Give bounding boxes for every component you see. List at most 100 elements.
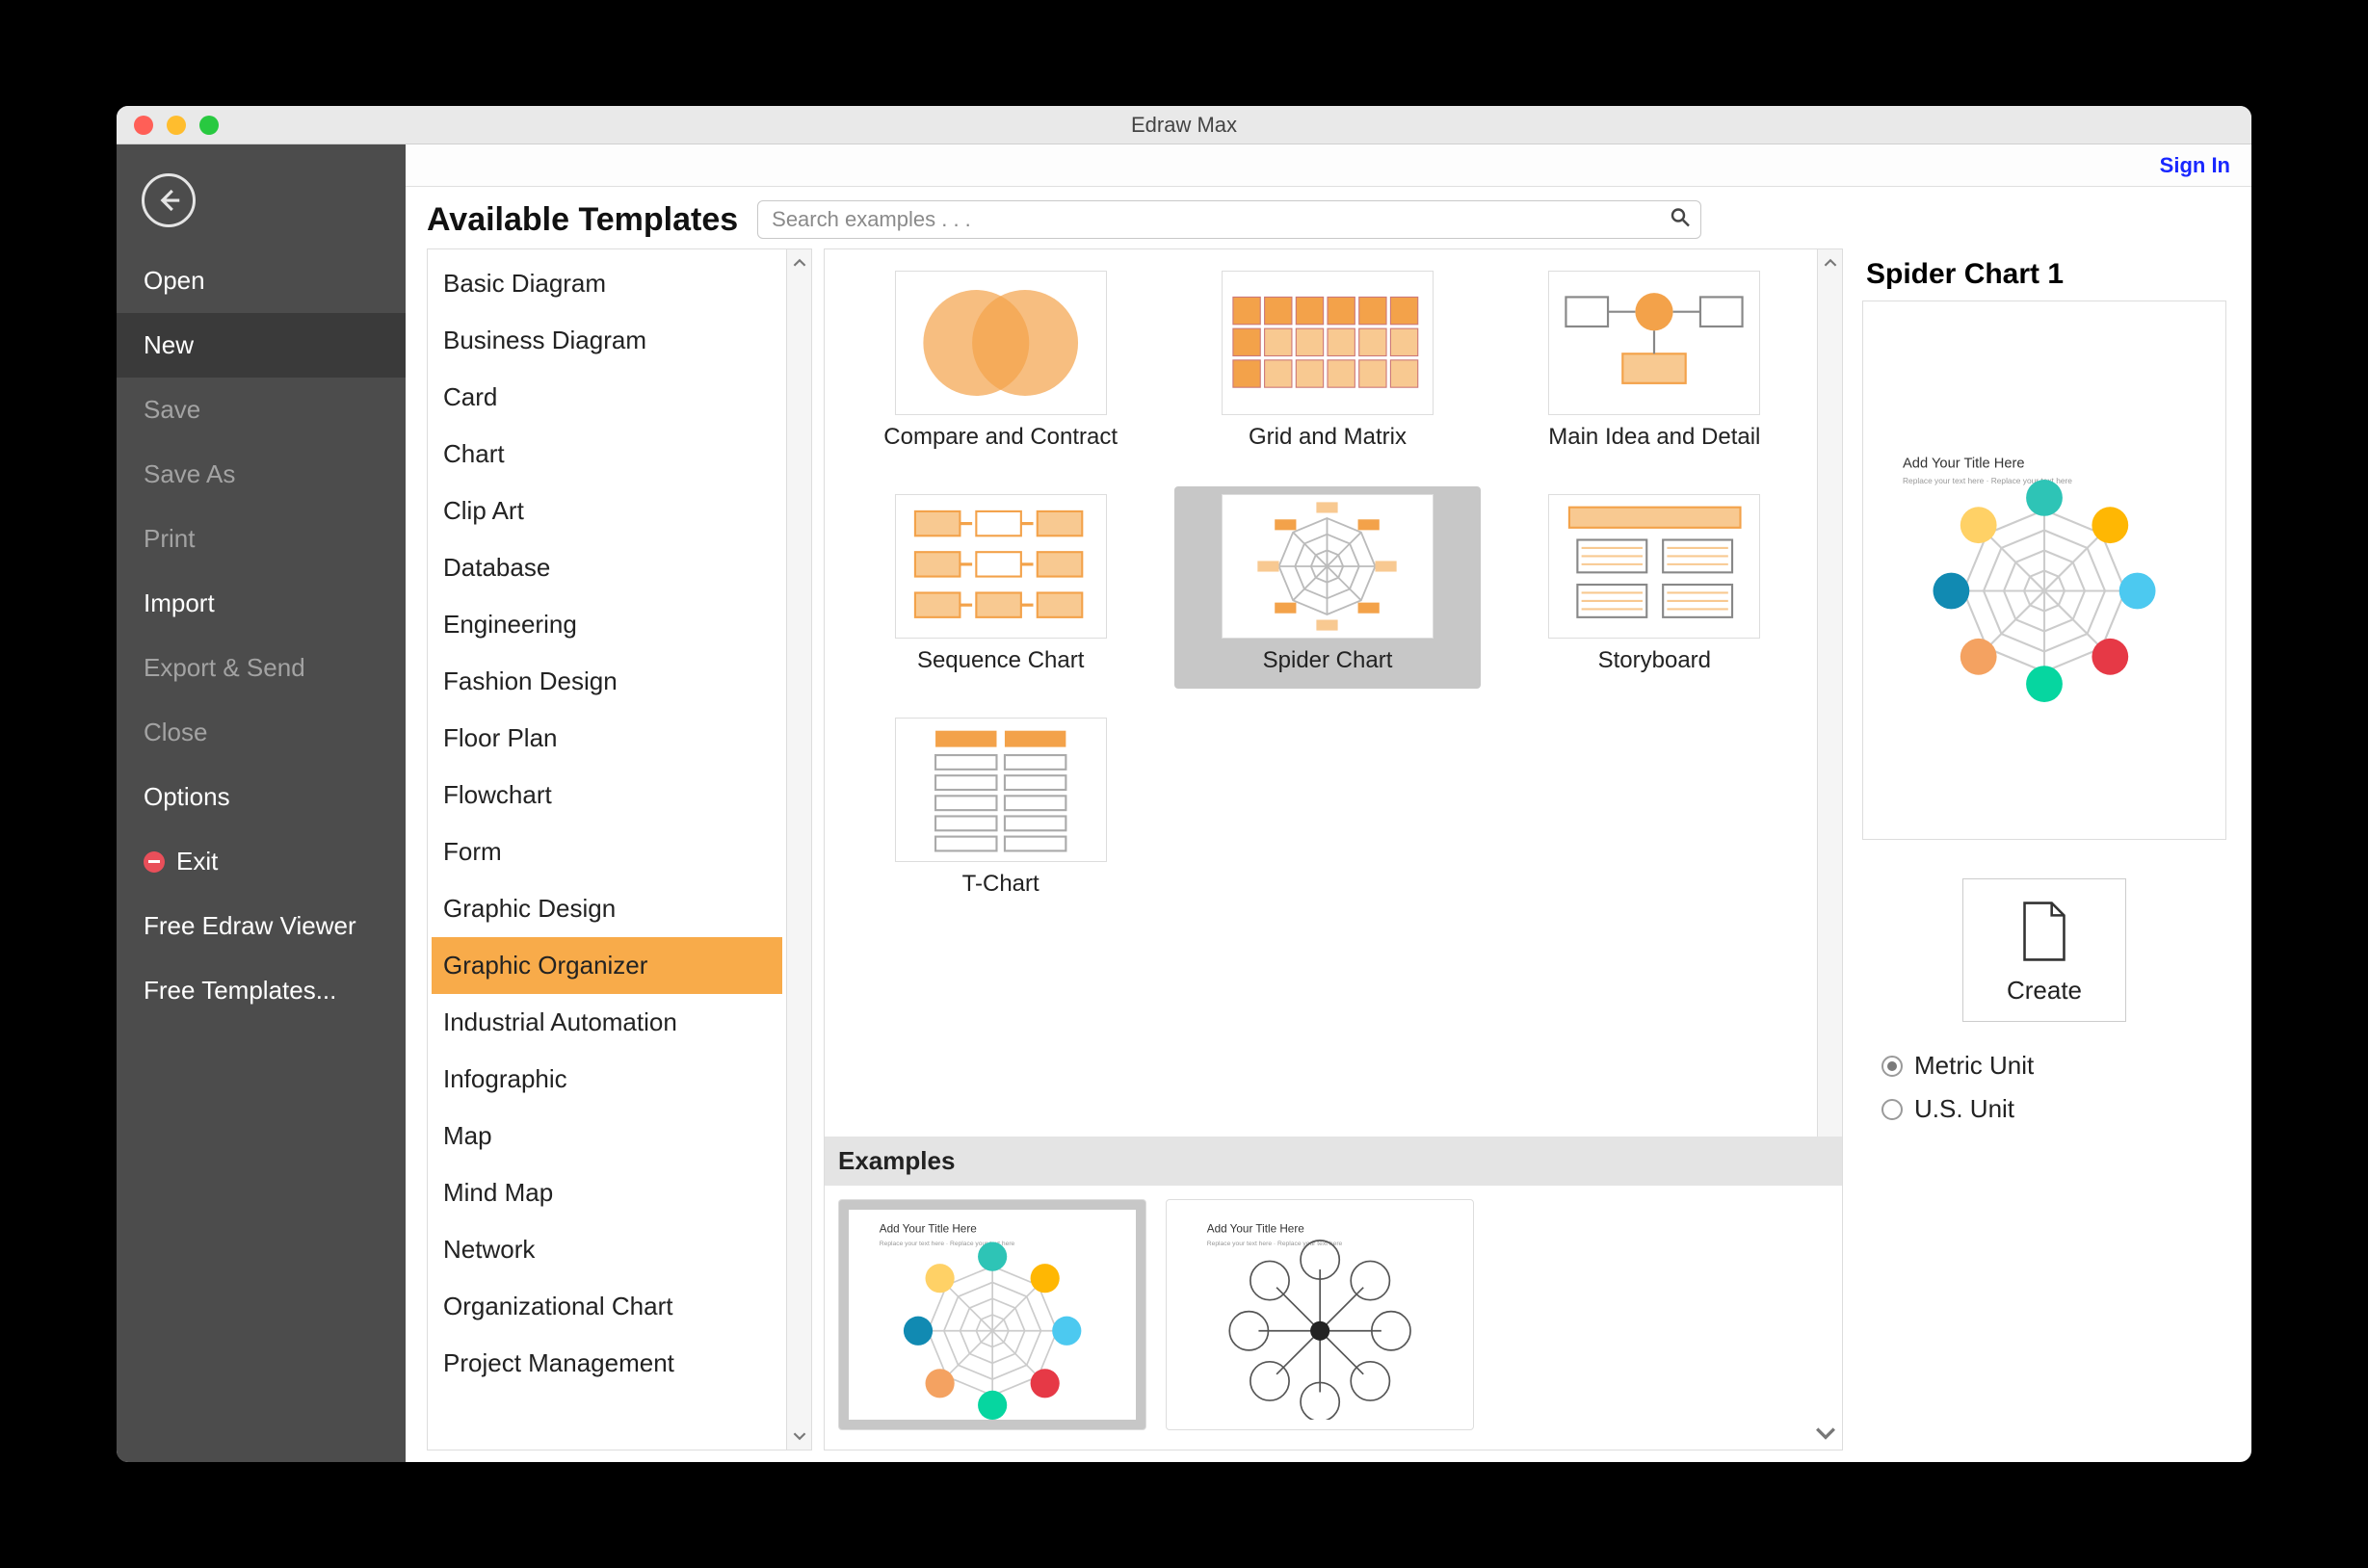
sidebar-item-label: Print bbox=[144, 524, 195, 554]
radio-icon bbox=[1881, 1056, 1903, 1077]
template-label: Grid and Matrix bbox=[1249, 423, 1407, 452]
template-card[interactable]: Compare and Contract bbox=[848, 263, 1153, 465]
templates-panel: Compare and Contract Grid and Matrix Main … bbox=[824, 248, 1843, 1450]
sidebar-item-free-edraw-viewer[interactable]: Free Edraw Viewer bbox=[117, 894, 406, 958]
template-label: T-Chart bbox=[962, 870, 1039, 899]
example-card[interactable]: Add Your Title HereReplace your text her… bbox=[1166, 1199, 1474, 1430]
template-card[interactable]: Storyboard bbox=[1502, 486, 1807, 689]
category-scrollbar[interactable] bbox=[786, 249, 811, 1450]
unit-us-radio[interactable]: U.S. Unit bbox=[1862, 1085, 2226, 1128]
preview-image: Add Your Title HereReplace your text her… bbox=[1862, 301, 2226, 840]
sign-in-link[interactable]: Sign In bbox=[2160, 153, 2230, 178]
sidebar-item-label: Free Templates... bbox=[144, 976, 336, 1006]
svg-text:Add Your Title Here: Add Your Title Here bbox=[880, 1222, 977, 1235]
templates-scrollbar[interactable] bbox=[1817, 249, 1842, 1137]
sidebar-item-label: Free Edraw Viewer bbox=[144, 911, 356, 941]
template-thumbnail bbox=[895, 271, 1107, 415]
search-input[interactable] bbox=[757, 200, 1701, 239]
sidebar-item-label: Import bbox=[144, 588, 215, 618]
category-item[interactable]: Industrial Automation bbox=[432, 994, 782, 1051]
sidebar-item-import[interactable]: Import bbox=[117, 571, 406, 636]
sidebar-item-label: Open bbox=[144, 266, 205, 296]
template-thumbnail bbox=[895, 718, 1107, 862]
category-item[interactable]: Database bbox=[432, 539, 782, 596]
category-item[interactable]: Graphic Design bbox=[432, 880, 782, 937]
exit-icon bbox=[144, 851, 165, 873]
unit-us-label: U.S. Unit bbox=[1914, 1094, 2014, 1124]
window-title: Edraw Max bbox=[117, 113, 2251, 138]
category-item[interactable]: Flowchart bbox=[432, 767, 782, 823]
back-button[interactable] bbox=[142, 173, 196, 227]
category-item[interactable]: Fashion Design bbox=[432, 653, 782, 710]
template-card[interactable]: Sequence Chart bbox=[848, 486, 1153, 689]
svg-text:Add Your Title Here: Add Your Title Here bbox=[1903, 456, 2025, 471]
sidebar-item-label: Save As bbox=[144, 459, 235, 489]
sidebar-item-options[interactable]: Options bbox=[117, 765, 406, 829]
sidebar-item-label: Options bbox=[144, 782, 230, 812]
unit-metric-radio[interactable]: Metric Unit bbox=[1862, 1041, 2226, 1085]
template-thumbnail bbox=[1548, 494, 1760, 639]
sidebar-item-label: New bbox=[144, 330, 194, 360]
category-item[interactable]: Infographic bbox=[432, 1051, 782, 1108]
category-item[interactable]: Basic Diagram bbox=[432, 255, 782, 312]
preview-panel: Spider Chart 1 Add Your Title HereReplac… bbox=[1855, 248, 2240, 1450]
sidebar-item-close[interactable]: Close bbox=[117, 700, 406, 765]
category-item[interactable]: Business Diagram bbox=[432, 312, 782, 369]
template-card[interactable]: Spider Chart bbox=[1174, 486, 1480, 689]
scroll-up-icon[interactable] bbox=[1821, 253, 1840, 273]
category-panel: Basic DiagramBusiness DiagramCardChartCl… bbox=[427, 248, 812, 1450]
template-thumbnail bbox=[1222, 494, 1434, 639]
category-item[interactable]: Floor Plan bbox=[432, 710, 782, 767]
sidebar-item-label: Export & Send bbox=[144, 653, 305, 683]
category-item[interactable]: Map bbox=[432, 1108, 782, 1164]
template-thumbnail bbox=[1222, 271, 1434, 415]
main-area: Sign In Available Templates Basic Diagra… bbox=[406, 144, 2251, 1462]
create-button[interactable]: Create bbox=[1962, 878, 2126, 1022]
arrow-left-icon bbox=[154, 186, 183, 215]
scroll-down-icon[interactable] bbox=[790, 1426, 809, 1446]
category-item[interactable]: Network bbox=[432, 1221, 782, 1278]
category-item[interactable]: Clip Art bbox=[432, 483, 782, 539]
examples-header: Examples bbox=[825, 1137, 1842, 1186]
radio-icon bbox=[1881, 1099, 1903, 1120]
category-list[interactable]: Basic DiagramBusiness DiagramCardChartCl… bbox=[428, 249, 786, 1450]
new-file-icon bbox=[2018, 901, 2070, 962]
category-item[interactable]: Form bbox=[432, 823, 782, 880]
template-thumbnail bbox=[1548, 271, 1760, 415]
category-item[interactable]: Organizational Chart bbox=[432, 1278, 782, 1335]
template-card[interactable]: Grid and Matrix bbox=[1174, 263, 1480, 465]
template-label: Main Idea and Detail bbox=[1548, 423, 1760, 452]
sidebar-item-save-as[interactable]: Save As bbox=[117, 442, 406, 507]
sidebar-item-label: Exit bbox=[176, 847, 218, 876]
sidebar-item-exit[interactable]: Exit bbox=[117, 829, 406, 894]
scroll-up-icon[interactable] bbox=[790, 253, 809, 273]
template-card[interactable]: Main Idea and Detail bbox=[1502, 263, 1807, 465]
category-item[interactable]: Engineering bbox=[432, 596, 782, 653]
sidebar-item-save[interactable]: Save bbox=[117, 378, 406, 442]
unit-metric-label: Metric Unit bbox=[1914, 1051, 2034, 1081]
example-card[interactable]: Add Your Title HereReplace your text her… bbox=[838, 1199, 1146, 1430]
category-item[interactable]: Mind Map bbox=[432, 1164, 782, 1221]
titlebar: Edraw Max bbox=[117, 106, 2251, 144]
top-bar: Sign In bbox=[406, 144, 2251, 187]
template-thumbnail bbox=[895, 494, 1107, 639]
search-box bbox=[757, 200, 1701, 239]
examples-scroll-down-icon[interactable] bbox=[1815, 1423, 1836, 1444]
category-item[interactable]: Card bbox=[432, 369, 782, 426]
svg-text:Replace your text here · Repla: Replace your text here · Replace your te… bbox=[1207, 1241, 1343, 1247]
sidebar-item-print[interactable]: Print bbox=[117, 507, 406, 571]
category-item[interactable]: Chart bbox=[432, 426, 782, 483]
sidebar-item-label: Save bbox=[144, 395, 200, 425]
sidebar-item-label: Close bbox=[144, 718, 207, 747]
sidebar-item-open[interactable]: Open bbox=[117, 248, 406, 313]
template-card[interactable]: T-Chart bbox=[848, 710, 1153, 912]
category-item[interactable]: Graphic Organizer bbox=[432, 937, 782, 994]
template-label: Sequence Chart bbox=[917, 646, 1084, 675]
search-icon[interactable] bbox=[1669, 206, 1692, 234]
sidebar-item-free-templates-[interactable]: Free Templates... bbox=[117, 958, 406, 1023]
sidebar-item-new[interactable]: New bbox=[117, 313, 406, 378]
create-label: Create bbox=[2007, 976, 2082, 1006]
preview-title: Spider Chart 1 bbox=[1862, 254, 2226, 301]
category-item[interactable]: Project Management bbox=[432, 1335, 782, 1392]
sidebar-item-export-send[interactable]: Export & Send bbox=[117, 636, 406, 700]
